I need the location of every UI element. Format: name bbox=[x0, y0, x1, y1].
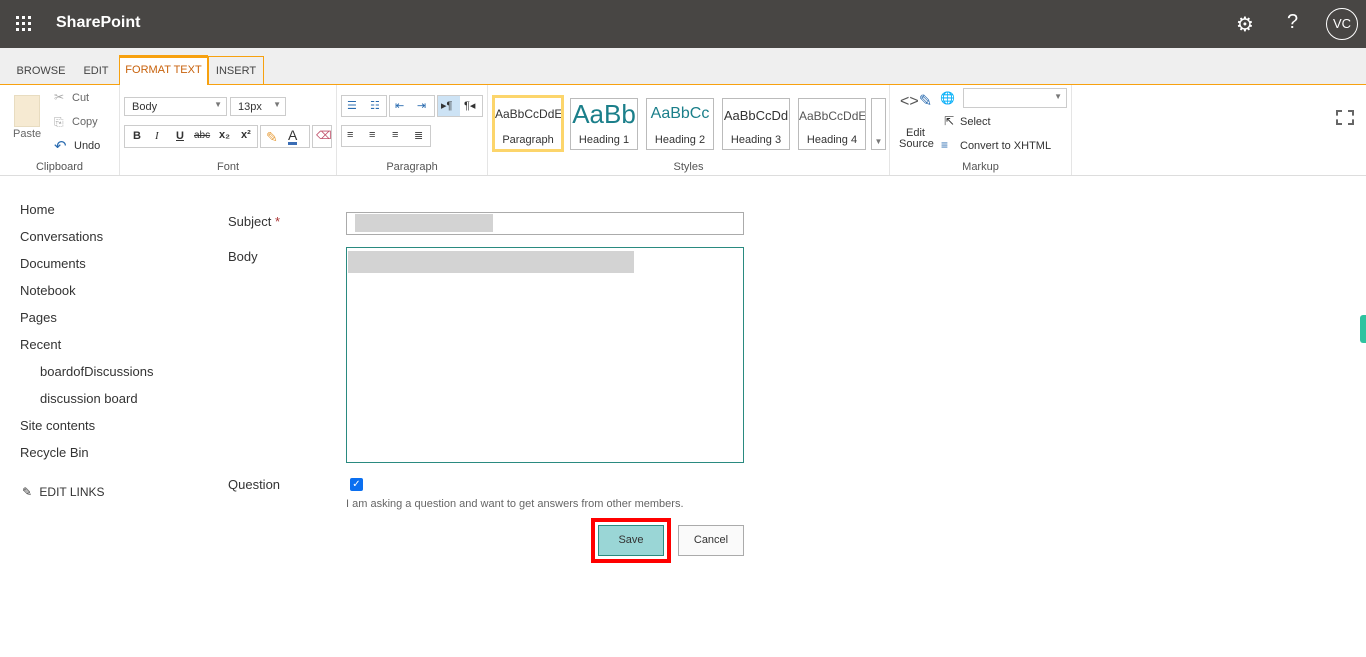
help-icon[interactable]: ? bbox=[1287, 11, 1298, 34]
edit-links-label: EDIT LINKS bbox=[39, 485, 105, 499]
nav-recent[interactable]: Recent bbox=[20, 337, 61, 352]
tab-edit[interactable]: EDIT bbox=[76, 56, 116, 85]
cut-button[interactable]: Cut bbox=[72, 92, 89, 104]
styles-group: AaBbCcDdE Paragraph AaBb Heading 1 AaBbCc H… bbox=[488, 85, 890, 175]
font-name-select[interactable]: Body ▼ bbox=[124, 97, 227, 116]
superscript-button[interactable]: x² bbox=[241, 129, 251, 141]
subject-input[interactable] bbox=[346, 212, 744, 235]
nav-pages[interactable]: Pages bbox=[20, 310, 57, 325]
body-editor[interactable] bbox=[346, 247, 744, 463]
cut-icon: ✂ bbox=[54, 90, 65, 104]
group-label: Clipboard bbox=[35, 161, 84, 173]
bold-button[interactable]: B bbox=[133, 130, 141, 142]
redacted-text bbox=[348, 251, 634, 273]
direction-buttons: ▸¶ ¶◂ bbox=[437, 95, 483, 117]
convert-icon: ≡ bbox=[941, 138, 949, 152]
nav-discussion-board[interactable]: discussion board bbox=[40, 391, 138, 406]
body-label: Body bbox=[228, 249, 258, 264]
rtl-icon[interactable]: ¶◂ bbox=[464, 99, 475, 112]
edit-links[interactable]: ✎ EDIT LINKS bbox=[22, 485, 105, 499]
list-buttons: ☰ ☷ bbox=[341, 95, 387, 117]
strikethrough-button[interactable]: abc bbox=[194, 130, 210, 141]
tab-insert[interactable]: INSERT bbox=[208, 56, 264, 85]
cancel-button[interactable]: Cancel bbox=[678, 525, 744, 556]
italic-button[interactable]: I bbox=[155, 130, 159, 142]
save-button[interactable]: Save bbox=[598, 525, 664, 556]
suite-bar: SharePoint ⚙ ? VC bbox=[0, 0, 1366, 48]
group-label: Styles bbox=[673, 161, 704, 173]
copy-button[interactable]: Copy bbox=[72, 116, 98, 128]
nav-home[interactable]: Home bbox=[20, 202, 55, 217]
subject-label: Subject * bbox=[228, 214, 281, 229]
undo-button[interactable]: Undo bbox=[74, 140, 100, 152]
ltr-icon[interactable]: ▸¶ bbox=[438, 96, 460, 116]
font-size-select[interactable]: 13px ▼ bbox=[230, 97, 286, 116]
nav-recycle-bin[interactable]: Recycle Bin bbox=[20, 445, 89, 460]
paragraph-group: ☰ ☷ ⇤ ⇥ ▸¶ ¶◂ ≡ ≡ ≡ ≣ Paragraph bbox=[337, 85, 488, 175]
underline-button[interactable]: U bbox=[176, 130, 184, 142]
tab-format-text[interactable]: FORMAT TEXT bbox=[119, 55, 208, 85]
edit-source-line2[interactable]: Source bbox=[899, 138, 934, 150]
justify-icon[interactable]: ≣ bbox=[414, 129, 423, 142]
select-cursor-icon: ⇱ bbox=[944, 114, 955, 128]
styles-more-button[interactable]: ▼ bbox=[871, 98, 886, 150]
pencil-icon: ✎ bbox=[22, 485, 33, 499]
clear-format-icon[interactable]: ⌫ bbox=[312, 125, 332, 148]
ribbon-tabs: BROWSE EDIT FORMAT TEXT INSERT bbox=[0, 48, 1366, 125]
align-buttons: ≡ ≡ ≡ ≣ bbox=[341, 125, 431, 147]
language-icon: 🌐 bbox=[940, 91, 955, 105]
nav-notebook[interactable]: Notebook bbox=[20, 283, 76, 298]
group-label: Font bbox=[216, 161, 239, 173]
ribbon: Paste ✂ Cut ⎘ Copy ↶ Undo Clipboard Body… bbox=[0, 85, 1366, 176]
style-paragraph[interactable]: AaBbCcDdE Paragraph bbox=[492, 95, 564, 152]
indent-buttons: ⇤ ⇥ bbox=[389, 95, 435, 117]
paste-button[interactable]: Paste bbox=[13, 128, 41, 140]
style-heading-3[interactable]: AaBbCcDd Heading 3 bbox=[722, 98, 790, 150]
font-color-icon[interactable]: A bbox=[288, 128, 298, 145]
style-heading-1[interactable]: AaBb Heading 1 bbox=[570, 98, 638, 150]
feedback-tab[interactable] bbox=[1360, 315, 1366, 343]
align-right-icon[interactable]: ≡ bbox=[392, 129, 398, 141]
numbering-icon[interactable]: ☷ bbox=[370, 99, 380, 112]
language-select[interactable]: ▼ bbox=[963, 88, 1067, 108]
clipboard-group: Paste ✂ Cut ⎘ Copy ↶ Undo Clipboard bbox=[0, 85, 120, 175]
format-buttons: B I U abc x₂ x² bbox=[124, 125, 258, 148]
style-heading-4[interactable]: AaBbCcDdE Heading 4 bbox=[798, 98, 866, 150]
edit-source-icon: <>✎ bbox=[900, 93, 933, 110]
highlight-color-icon[interactable]: ✎ bbox=[266, 129, 278, 146]
subscript-button[interactable]: x₂ bbox=[219, 129, 230, 141]
markup-group: <>✎ Edit Source 🌐 ▼ ⇱ Select ≡ Convert t… bbox=[890, 85, 1072, 175]
nav-documents[interactable]: Documents bbox=[20, 256, 86, 271]
question-help-text: I am asking a question and want to get a… bbox=[346, 498, 684, 510]
align-left-icon[interactable]: ≡ bbox=[347, 129, 353, 141]
nav-site-contents[interactable]: Site contents bbox=[20, 418, 95, 433]
question-label: Question bbox=[228, 477, 281, 492]
font-group: Body ▼ 13px ▼ B I U abc x₂ x² ✎ A ⌫ Font bbox=[120, 85, 337, 175]
align-center-icon[interactable]: ≡ bbox=[369, 129, 375, 141]
undo-icon: ↶ bbox=[54, 138, 67, 155]
bullets-icon[interactable]: ☰ bbox=[347, 99, 357, 112]
avatar[interactable]: VC bbox=[1326, 8, 1358, 40]
redacted-text bbox=[355, 214, 493, 232]
color-buttons: ✎ A bbox=[260, 125, 310, 148]
increase-indent-icon[interactable]: ⇥ bbox=[417, 99, 426, 112]
question-checkbox[interactable]: ✓ bbox=[350, 478, 363, 491]
convert-xhtml-button[interactable]: Convert to XHTML bbox=[960, 140, 1051, 152]
gear-icon[interactable]: ⚙ bbox=[1236, 12, 1254, 37]
style-heading-2[interactable]: AaBbCc Heading 2 bbox=[646, 98, 714, 150]
paste-icon[interactable] bbox=[14, 95, 40, 127]
copy-icon: ⎘ bbox=[54, 115, 64, 129]
tab-browse[interactable]: BROWSE bbox=[10, 56, 72, 85]
group-label: Markup bbox=[962, 161, 999, 173]
group-label: Paragraph bbox=[386, 161, 438, 173]
select-button[interactable]: Select bbox=[960, 116, 991, 128]
nav-conversations[interactable]: Conversations bbox=[20, 229, 103, 244]
waffle-icon[interactable] bbox=[16, 16, 32, 32]
decrease-indent-icon[interactable]: ⇤ bbox=[395, 99, 404, 112]
app-title[interactable]: SharePoint bbox=[56, 14, 140, 32]
nav-boardofdiscussions[interactable]: boardofDiscussions bbox=[40, 364, 153, 379]
